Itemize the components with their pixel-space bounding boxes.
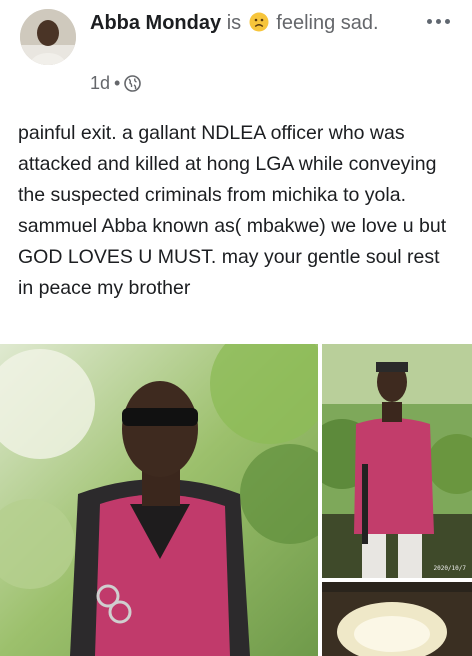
author-name[interactable]: Abba Monday <box>90 12 221 34</box>
post-author-line: Abba Monday is feeling sad. <box>90 9 420 37</box>
post-photo-2[interactable]: 2020/10/7 <box>322 344 472 578</box>
post-meta: 1d • <box>90 70 142 96</box>
author-avatar[interactable] <box>20 9 76 65</box>
more-options-icon <box>426 18 432 24</box>
globe-icon[interactable] <box>124 74 142 92</box>
post-photo-3[interactable] <box>322 582 472 656</box>
post-header: Abba Monday is feeling sad. 1d • <box>0 0 472 100</box>
sad-face-icon <box>249 12 269 32</box>
feeling-verb: feeling <box>276 12 336 34</box>
post-timestamp[interactable]: 1d <box>90 73 110 94</box>
post-body-text: painful exit. a gallant NDLEA officer wh… <box>18 122 447 299</box>
meta-separator: • <box>114 72 121 93</box>
feeling-prefix: is <box>226 12 242 34</box>
post-photo-1[interactable] <box>0 344 318 656</box>
photo-date-stamp: 2020/10/7 <box>433 565 466 572</box>
feeling-word[interactable]: sad. <box>341 12 379 34</box>
more-options-button[interactable] <box>418 10 458 32</box>
